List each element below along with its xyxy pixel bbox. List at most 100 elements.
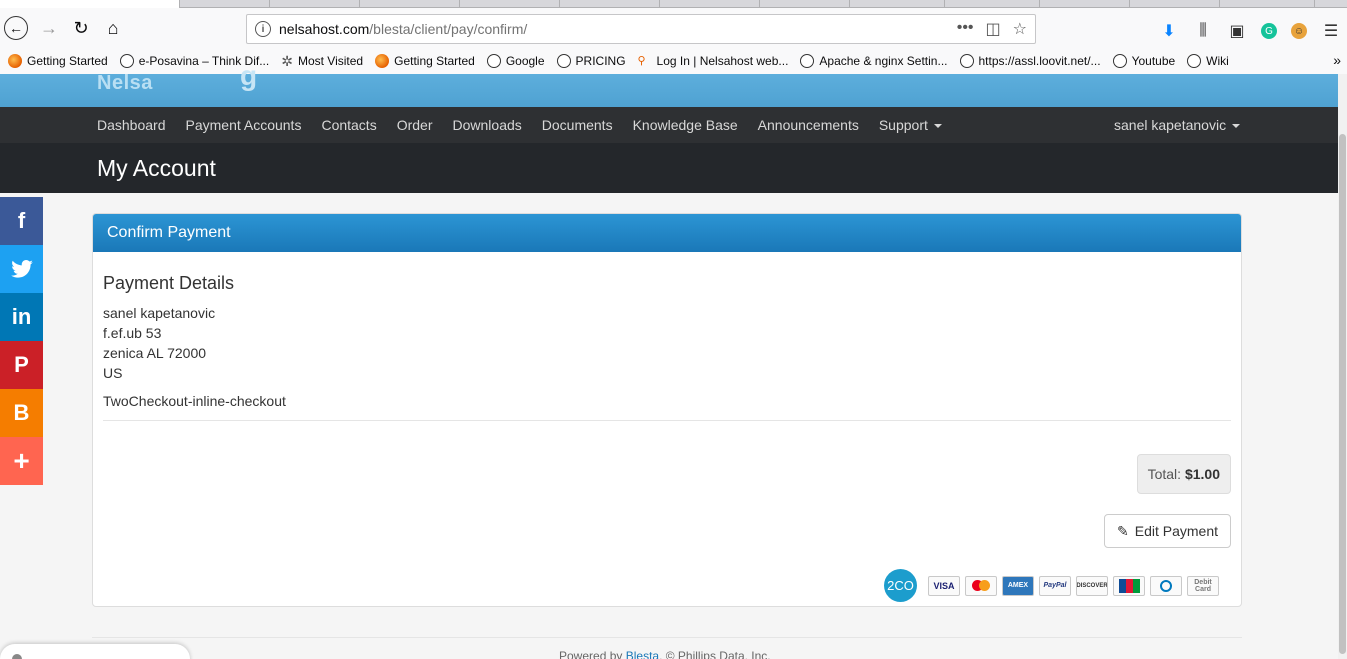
browser-tab[interactable]: [270, 0, 360, 8]
blesta-link[interactable]: Blesta: [626, 649, 659, 659]
twitter-icon[interactable]: [0, 245, 43, 293]
site-logo[interactable]: Nelsa: [97, 72, 153, 95]
chat-widget[interactable]: [0, 644, 190, 659]
person-icon: ⚲: [637, 55, 646, 67]
pocket-icon[interactable]: ◫: [986, 19, 1001, 39]
browser-navbar: ← → ↻ ⌂ i nelsahost.com/blesta/client/pa…: [0, 8, 1347, 48]
grammarly-icon[interactable]: G: [1261, 23, 1277, 39]
facebook-icon[interactable]: f: [0, 197, 43, 245]
browser-tab[interactable]: [945, 0, 1040, 8]
address-line: US: [103, 365, 123, 381]
browser-tab[interactable]: [460, 0, 560, 8]
bookmark-label: Google: [505, 54, 545, 68]
accepted-cards: 2CO VISA AMEX PayPal DISCOVER Debit Card: [884, 569, 1219, 602]
download-icon[interactable]: ⬇: [1159, 21, 1179, 41]
paypal-icon: PayPal: [1039, 575, 1071, 596]
edit-icon: ✎: [1117, 522, 1129, 539]
bookmark-item[interactable]: ✲ Most Visited: [281, 53, 363, 70]
bookmark-item[interactable]: Getting Started: [8, 54, 108, 68]
total-box: Total: $1.00: [1136, 454, 1231, 494]
chevron-down-icon: [1232, 124, 1241, 129]
discover-icon: DISCOVER: [1076, 575, 1108, 596]
browser-tab[interactable]: [180, 0, 270, 8]
bookmark-item[interactable]: Google: [486, 54, 545, 68]
nav-item-announcements[interactable]: Announcements: [758, 117, 859, 133]
firefox-icon: [8, 54, 22, 68]
back-icon[interactable]: ←: [4, 16, 28, 40]
nav-item-order[interactable]: Order: [397, 117, 433, 133]
nav-item-payment-accounts[interactable]: Payment Accounts: [186, 117, 302, 133]
bookmark-label: Most Visited: [297, 54, 364, 68]
library-icon[interactable]: ⫼: [1193, 21, 1213, 41]
footer-divider: [92, 637, 1242, 638]
share-more-icon[interactable]: +: [0, 437, 43, 485]
nav-item-label: Payment Accounts: [185, 117, 302, 133]
bookmark-item[interactable]: Youtube: [1112, 54, 1176, 68]
browser-tab[interactable]: [0, 0, 180, 8]
nav-item-support[interactable]: Support: [879, 117, 942, 133]
logo-mark-icon: g: [240, 60, 258, 91]
nav-item-knowledge-base[interactable]: Knowledge Base: [633, 117, 738, 133]
bookmark-item[interactable]: ⚲ Log In | Nelsahost web...: [638, 54, 789, 68]
user-name: sanel kapetanovic: [1114, 117, 1227, 133]
firefox-icon: [375, 54, 390, 68]
browser-tab[interactable]: [760, 0, 850, 8]
nav-item-contacts[interactable]: Contacts: [321, 117, 376, 133]
nav-item-label: Announcements: [757, 117, 859, 133]
url-host: nelsahost.com: [279, 21, 370, 37]
chat-icon: [12, 654, 22, 659]
scrollbar-thumb[interactable]: [1339, 134, 1346, 654]
debit-card-icon: Debit Card: [1187, 575, 1219, 596]
pinterest-icon[interactable]: P: [0, 341, 43, 389]
bookmark-item[interactable]: https://assl.loovit.net/...: [959, 54, 1101, 68]
url-path: /blesta/client/pay/confirm/: [369, 21, 528, 37]
browser-tab[interactable]: [360, 0, 460, 8]
address-line: f.ef.ub 53: [103, 325, 162, 341]
browser-tab-strip[interactable]: [0, 0, 1347, 8]
menu-icon[interactable]: ☰: [1321, 21, 1341, 41]
confirm-payment-panel: Confirm Payment Payment Details sanel ka…: [92, 213, 1242, 607]
footer: Powered by Blesta, © Phillips Data, Inc.: [559, 649, 771, 659]
linkedin-icon[interactable]: in: [0, 293, 43, 341]
url-bar[interactable]: i nelsahost.com/blesta/client/pay/confir…: [246, 14, 1036, 44]
browser-tab[interactable]: [850, 0, 945, 8]
home-icon[interactable]: ⌂: [98, 13, 128, 43]
page-scrollbar[interactable]: [1338, 74, 1347, 659]
browser-tab[interactable]: [660, 0, 760, 8]
nav-item-label: Order: [396, 117, 433, 133]
nav-item-dashboard[interactable]: Dashboard: [97, 117, 166, 133]
nav-item-documents[interactable]: Documents: [542, 117, 613, 133]
bookmark-item[interactable]: Apache & nginx Settin...: [800, 54, 948, 68]
bookmarks-overflow-icon[interactable]: »: [1333, 52, 1341, 68]
bookmark-item[interactable]: Getting Started: [375, 54, 475, 68]
browser-tab[interactable]: [1220, 0, 1315, 8]
user-menu[interactable]: sanel kapetanovic: [1114, 117, 1241, 133]
gear-icon: ✲: [281, 52, 293, 69]
footer-prefix: Powered by: [559, 649, 623, 659]
bookmark-item[interactable]: PRICING: [556, 54, 626, 68]
site-header: Nelsa g: [0, 60, 1338, 107]
divider: [103, 420, 1231, 421]
edit-payment-button[interactable]: ✎ Edit Payment: [1104, 514, 1231, 548]
forward-icon[interactable]: →: [34, 13, 64, 43]
chevron-down-icon: [933, 124, 942, 129]
blogger-icon[interactable]: B: [0, 389, 43, 437]
reload-icon[interactable]: ↻: [66, 13, 96, 43]
page-actions-icon[interactable]: •••: [957, 19, 974, 39]
globe-icon: [486, 54, 501, 68]
bookmark-label: Youtube: [1131, 54, 1176, 68]
extension-icon[interactable]: ☺: [1291, 23, 1307, 39]
sidebar-icon[interactable]: ▣: [1227, 21, 1247, 41]
bookmark-star-icon[interactable]: ☆: [1013, 19, 1027, 39]
amex-icon: AMEX: [1002, 575, 1034, 596]
nav-item-downloads[interactable]: Downloads: [453, 117, 522, 133]
browser-tab[interactable]: [1040, 0, 1130, 8]
page-title-bar: My Account: [0, 143, 1338, 193]
browser-tab[interactable]: [1130, 0, 1220, 8]
browser-tab[interactable]: [560, 0, 660, 8]
globe-icon: [119, 54, 134, 68]
nav-item-label: Knowledge Base: [632, 117, 738, 133]
bookmark-item[interactable]: Wiki: [1187, 54, 1229, 68]
bookmark-label: PRICING: [575, 54, 626, 68]
site-info-icon[interactable]: i: [255, 21, 271, 37]
